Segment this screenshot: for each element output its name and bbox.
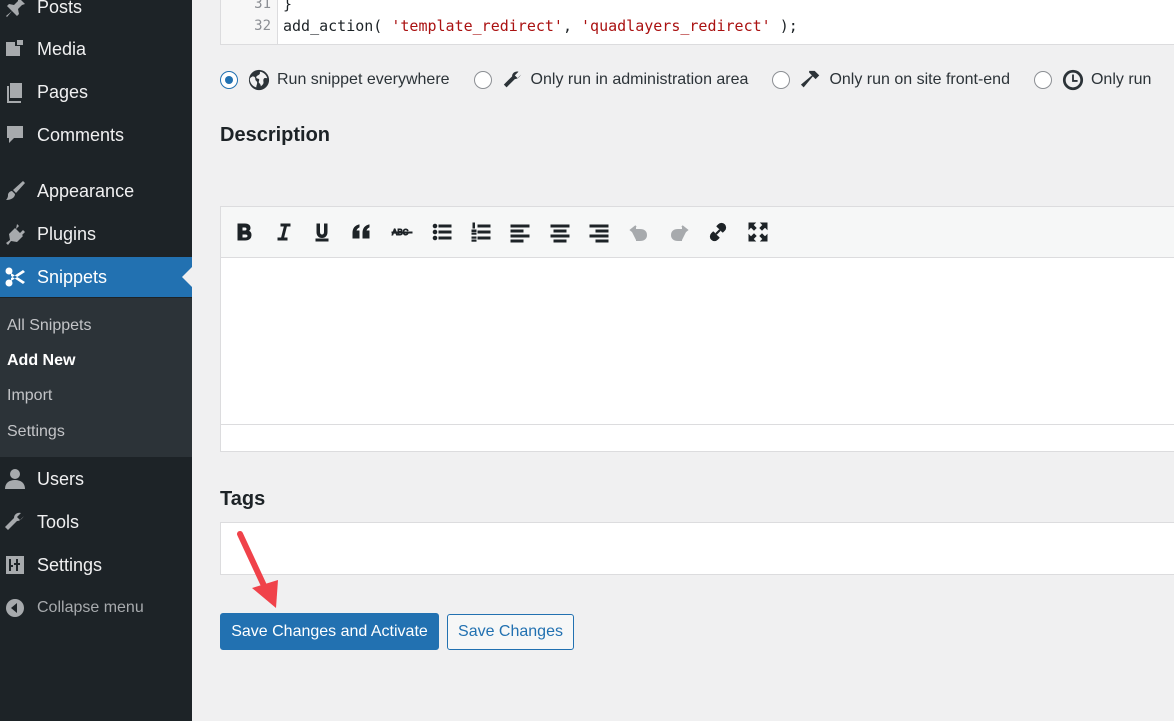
sidebar-item-label: Users (37, 468, 85, 489)
editor-statusbar (221, 424, 1174, 451)
sidebar-item-appearance[interactable]: Appearance (0, 171, 192, 211)
sidebar-item-label: Media (37, 38, 87, 59)
collapse-icon (2, 595, 28, 621)
pages-icon (2, 79, 28, 105)
brush-icon (2, 178, 28, 204)
link-icon[interactable] (705, 219, 731, 245)
scope-label: Only run on site front-end (829, 71, 1010, 88)
description-heading: Description (220, 124, 331, 146)
sidebar-item-plugins[interactable]: Plugins (0, 214, 192, 254)
sidebar-item-label: Plugins (37, 223, 97, 244)
snippets-submenu: All Snippets Add New Import Settings (0, 298, 192, 457)
scope-label: Only run (1090, 71, 1152, 88)
description-editor: ABC (220, 206, 1174, 452)
line-number: 31 (254, 0, 271, 12)
sidebar-item-settings[interactable]: Settings (0, 545, 192, 585)
editor-toolbar: ABC (221, 207, 1174, 258)
tags-input[interactable] (220, 522, 1174, 575)
submenu-item-settings[interactable]: Settings (7, 423, 65, 441)
collapse-menu-button[interactable]: Collapse menu (0, 588, 192, 628)
annotation-arrow-icon (237, 531, 278, 608)
hammer-icon (800, 69, 822, 91)
scope-radio-admin[interactable] (473, 71, 492, 89)
code-text: add_action( (283, 17, 392, 35)
undo-icon[interactable] (626, 219, 652, 245)
sidebar-item-pages[interactable]: Pages (0, 72, 192, 112)
scope-radio-everywhere[interactable] (220, 71, 238, 89)
save-and-activate-button[interactable]: Save Changes and Activate (220, 613, 439, 650)
align-right-icon[interactable] (586, 219, 612, 245)
code-text: ); (770, 17, 798, 35)
sidebar-item-label: Appearance (37, 180, 135, 201)
user-icon (2, 466, 28, 492)
scope-radio-front-end[interactable] (772, 71, 791, 89)
align-center-icon[interactable] (547, 219, 573, 245)
code-editor[interactable]: 31 32 } add_action( 'template_redirect',… (220, 0, 1174, 45)
sidebar-item-users[interactable]: Users (0, 459, 192, 499)
sidebar-item-media[interactable]: Media (0, 29, 192, 69)
sidebar-item-snippets[interactable]: Snippets (0, 257, 192, 297)
media-icon (2, 36, 28, 62)
wrench-icon (2, 509, 28, 535)
bold-icon[interactable] (231, 219, 257, 245)
sidebar-item-label: Tools (37, 511, 80, 532)
description-textarea[interactable] (221, 258, 1174, 426)
scissors-icon (2, 264, 28, 290)
comment-icon (2, 122, 28, 148)
tags-heading: Tags (220, 488, 266, 510)
fullscreen-icon[interactable] (745, 219, 771, 245)
scope-radio-once[interactable] (1033, 71, 1052, 89)
sidebar-item-tools[interactable]: Tools (0, 502, 192, 542)
code-line: } (283, 0, 292, 13)
scope-label: Run snippet everywhere (277, 71, 450, 88)
code-string: 'quadlayers_redirect' (581, 17, 771, 35)
clock-icon (1062, 69, 1084, 91)
save-changes-button[interactable]: Save Changes (447, 614, 574, 650)
sliders-icon (2, 552, 28, 578)
sidebar-item-label: Posts (37, 0, 83, 17)
code-text: } (283, 0, 293, 13)
underline-icon[interactable] (309, 219, 335, 245)
collapse-menu-label: Collapse menu (37, 599, 144, 616)
pin-icon (2, 0, 28, 20)
bullet-list-icon[interactable] (429, 219, 455, 245)
sidebar-item-label: Comments (37, 124, 125, 145)
blockquote-icon[interactable] (349, 219, 375, 245)
code-text: , (562, 17, 582, 35)
scope-label: Only run in administration area (530, 71, 749, 88)
submenu-item-all-snippets[interactable]: All Snippets (7, 317, 92, 335)
line-number: 32 (254, 18, 271, 34)
sidebar-item-label: Pages (37, 81, 89, 102)
code-line: add_action( 'template_redirect', 'quadla… (283, 17, 798, 35)
submenu-item-add-new[interactable]: Add New (7, 352, 75, 370)
snippet-scope-options: Run snippet everywhere Only run in admin… (220, 66, 1174, 94)
sidebar-item-label: Settings (37, 554, 103, 575)
code-string: 'template_redirect' (391, 17, 563, 35)
submenu-item-import[interactable]: Import (7, 387, 52, 405)
plugin-icon (2, 221, 28, 247)
sidebar-item-comments[interactable]: Comments (0, 115, 192, 155)
wrench-icon (502, 69, 524, 91)
line-gutter: 31 32 (221, 0, 278, 44)
sidebar-item-label: Snippets (37, 266, 108, 287)
italic-icon[interactable] (270, 219, 296, 245)
globe-icon (248, 69, 270, 91)
redo-icon[interactable] (666, 219, 692, 245)
sidebar-item-posts[interactable]: Posts (0, 0, 192, 27)
align-left-icon[interactable] (507, 219, 533, 245)
strikethrough-icon[interactable]: ABC (389, 219, 415, 245)
admin-sidebar: Posts Media Pages Comments Appearance Pl… (0, 0, 192, 721)
numbered-list-icon[interactable] (468, 219, 494, 245)
